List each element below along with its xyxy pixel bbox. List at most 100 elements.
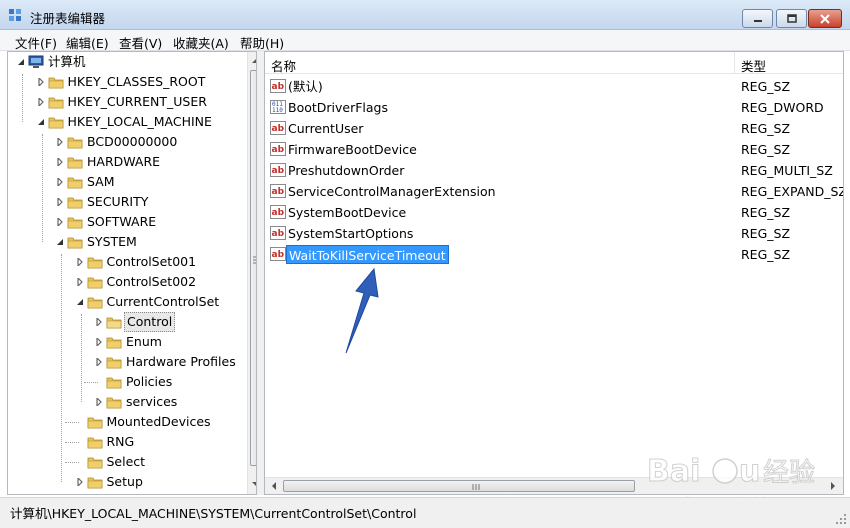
expand-arrow-icon[interactable]	[95, 338, 103, 346]
value-row[interactable]: ab ServiceControlManagerExtension REG_EXPA…	[265, 181, 843, 202]
expand-arrow-icon[interactable]	[56, 218, 64, 226]
expand-arrow-icon[interactable]	[56, 138, 64, 146]
folder-icon	[106, 337, 122, 349]
tree-item[interactable]: HKEY_CLASSES_ROOT	[8, 72, 246, 92]
column-name[interactable]: 名称	[271, 56, 296, 75]
tree-item-label: CurrentControlSet	[106, 294, 220, 309]
collapse-arrow-icon[interactable]	[56, 238, 64, 246]
expand-arrow-icon[interactable]	[56, 178, 64, 186]
close-icon	[820, 13, 830, 24]
registry-editor-icon	[9, 9, 21, 21]
expand-arrow-icon[interactable]	[56, 198, 64, 206]
tree-item[interactable]: ControlSet002	[8, 272, 246, 292]
svg-text:经验: 经验	[763, 458, 815, 488]
tree-connector	[22, 74, 23, 122]
value-row[interactable]: 011 110 BootDriverFlags REG_DWORD	[265, 97, 843, 118]
column-separator[interactable]	[734, 52, 735, 74]
expand-arrow-icon[interactable]	[76, 278, 84, 286]
value-row[interactable]: ab PreshutdownOrder REG_MULTI_SZ	[265, 160, 843, 181]
tree-item-label: SYSTEM	[87, 234, 137, 249]
tree-item[interactable]: Setup	[8, 472, 246, 492]
folder-icon	[87, 417, 102, 429]
folder-icon	[48, 117, 63, 129]
tree-item-label: ControlSet002	[106, 274, 197, 289]
key-tree-pane[interactable]: 计算机 HKEY_CLASSES_ROOT HKEY_CURRENT_USER HKE…	[7, 51, 257, 495]
tree-item[interactable]: RNG	[8, 432, 246, 452]
folder-icon	[48, 97, 63, 109]
collapse-arrow-icon[interactable]	[17, 58, 25, 66]
menu-favorites[interactable]: 收藏夹(A)	[173, 33, 229, 52]
status-path: 计算机\HKEY_LOCAL_MACHINE\SYSTEM\CurrentCon…	[10, 506, 417, 521]
tree-item[interactable]: SYSTEM	[8, 232, 246, 252]
expand-arrow-icon[interactable]	[95, 318, 103, 326]
tree-item[interactable]: ControlSet001	[8, 252, 246, 272]
value-row[interactable]: ab WaitToKillServiceTimeout REG_SZ	[265, 244, 843, 265]
collapse-arrow-icon[interactable]	[76, 298, 84, 306]
column-type[interactable]: 类型	[741, 56, 766, 75]
maximize-button[interactable]	[776, 9, 807, 28]
expand-arrow-icon[interactable]	[95, 358, 103, 366]
list-scroll-thumb[interactable]	[283, 480, 635, 492]
value-row[interactable]: ab CurrentUser REG_SZ	[265, 118, 843, 139]
expand-arrow-icon[interactable]	[76, 478, 84, 486]
pane-splitter[interactable]	[257, 51, 264, 495]
value-row[interactable]: ab FirmwareBootDevice REG_SZ	[265, 139, 843, 160]
value-row[interactable]: ab SystemBootDevice REG_SZ	[265, 202, 843, 223]
folder-icon	[48, 77, 63, 89]
tree-item-label: Policies	[126, 374, 173, 389]
tree-item[interactable]: HKEY_LOCAL_MACHINE	[8, 112, 246, 132]
tree-item[interactable]: Control	[8, 312, 246, 332]
tree-connector	[61, 254, 62, 482]
tree-scroll-thumb[interactable]	[250, 70, 256, 466]
tree-item[interactable]: MountedDevices	[8, 412, 246, 432]
tree-item[interactable]: HARDWARE	[8, 152, 246, 172]
folder-icon	[67, 137, 83, 149]
value-row[interactable]: ab SystemStartOptions REG_SZ	[265, 223, 843, 244]
minimize-button[interactable]	[742, 9, 773, 28]
menu-view[interactable]: 查看(V)	[119, 33, 162, 52]
tree-item[interactable]: services	[8, 392, 246, 412]
menu-help[interactable]: 帮助(H)	[240, 33, 284, 52]
collapse-arrow-icon[interactable]	[37, 118, 45, 126]
tree-item[interactable]: Policies	[8, 372, 246, 392]
tree-item[interactable]: SOFTWARE	[8, 212, 246, 232]
scroll-left-icon[interactable]	[270, 482, 278, 490]
tree-item[interactable]: Select	[8, 452, 246, 472]
close-button[interactable]	[808, 9, 842, 28]
expand-arrow-icon[interactable]	[56, 158, 64, 166]
tree-item[interactable]: HKEY_CURRENT_USER	[8, 92, 246, 112]
tree-vertical-scrollbar[interactable]	[247, 52, 256, 494]
resize-grip-icon[interactable]	[835, 513, 847, 525]
tree-connector	[64, 442, 79, 443]
tree-item[interactable]: SAM	[8, 172, 246, 192]
menu-file[interactable]: 文件(F)	[15, 33, 57, 52]
tree-item[interactable]: BCD00000000	[8, 132, 246, 152]
tree-item[interactable]: 计算机	[8, 52, 246, 72]
svg-text:ab: ab	[272, 166, 285, 176]
string-value-icon: ab	[270, 121, 286, 135]
computer-icon	[28, 55, 44, 68]
string-value-icon: ab	[270, 226, 286, 240]
string-value-icon: ab	[270, 205, 286, 219]
tree-item[interactable]: CurrentControlSet	[8, 292, 246, 312]
folder-icon	[87, 277, 102, 289]
value-name: SystemStartOptions	[288, 226, 414, 241]
folder-icon	[67, 197, 83, 209]
expand-arrow-icon[interactable]	[37, 78, 45, 86]
tree-item[interactable]: Enum	[8, 332, 246, 352]
maximize-icon	[786, 13, 797, 23]
value-row[interactable]: ab (默认) REG_SZ	[265, 76, 843, 97]
tree-item[interactable]: SECURITY	[8, 192, 246, 212]
expand-arrow-icon[interactable]	[37, 98, 45, 106]
expand-arrow-icon[interactable]	[95, 398, 103, 406]
expand-arrow-icon[interactable]	[76, 258, 84, 266]
grip-icon	[472, 484, 480, 490]
tree-item[interactable]: Hardware Profiles	[8, 352, 246, 372]
svg-text:ab: ab	[272, 187, 285, 197]
binary-value-icon: 011110	[270, 100, 286, 114]
tree-item-label: SOFTWARE	[87, 214, 157, 229]
menu-edit[interactable]: 编辑(E)	[66, 33, 109, 52]
folder-icon	[67, 177, 83, 189]
tree-item-label: 计算机	[48, 54, 86, 69]
folder-icon	[106, 377, 122, 389]
